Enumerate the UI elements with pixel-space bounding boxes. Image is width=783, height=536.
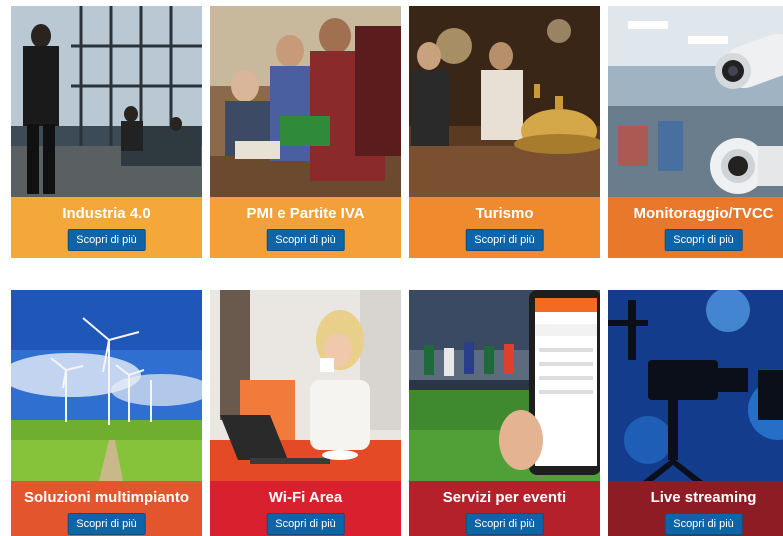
- card-image-turismo: [409, 6, 600, 197]
- card-pmi: PMI e Partite IVA Scopri di più: [210, 6, 401, 258]
- card-image-streaming: [608, 290, 783, 481]
- discover-button[interactable]: Scopri di più: [465, 513, 544, 535]
- card-wifi: Wi-Fi Area Scopri di più: [210, 290, 401, 536]
- card-image-wifi: [210, 290, 401, 481]
- card-title: Industria 4.0: [62, 205, 151, 222]
- card-band: Live streaming Scopri di più: [608, 481, 783, 536]
- card-title: Servizi per eventi: [442, 489, 567, 506]
- discover-button[interactable]: Scopri di più: [664, 229, 743, 251]
- card-band: Soluzioni multimpianto Scopri di più: [11, 481, 202, 536]
- card-band: Monitoraggio/TVCC Scopri di più: [608, 197, 783, 258]
- card-image-industria: [11, 6, 202, 197]
- card-title: Live streaming: [650, 489, 757, 506]
- card-multimpianto: Soluzioni multimpianto Scopri di più: [11, 290, 202, 536]
- card-eventi: Servizi per eventi Scopri di più: [409, 290, 600, 536]
- card-title: PMI e Partite IVA: [246, 205, 365, 222]
- discover-button[interactable]: Scopri di più: [664, 513, 743, 535]
- card-monitoraggio: Monitoraggio/TVCC Scopri di più: [608, 6, 783, 258]
- card-band: Wi-Fi Area Scopri di più: [210, 481, 401, 536]
- card-band: Servizi per eventi Scopri di più: [409, 481, 600, 536]
- discover-button[interactable]: Scopri di più: [266, 513, 345, 535]
- card-image-pmi: [210, 6, 401, 197]
- card-image-monitoraggio: [608, 6, 783, 197]
- card-image-multimpianto: [11, 290, 202, 481]
- card-title: Turismo: [475, 205, 534, 222]
- card-industria: Industria 4.0 Scopri di più: [11, 6, 202, 258]
- card-title: Monitoraggio/TVCC: [633, 205, 774, 222]
- discover-button[interactable]: Scopri di più: [67, 229, 146, 251]
- card-band: PMI e Partite IVA Scopri di più: [210, 197, 401, 258]
- discover-button[interactable]: Scopri di più: [465, 229, 544, 251]
- card-band: Turismo Scopri di più: [409, 197, 600, 258]
- card-band: Industria 4.0 Scopri di più: [11, 197, 202, 258]
- card-title: Soluzioni multimpianto: [24, 489, 189, 506]
- discover-button[interactable]: Scopri di più: [67, 513, 146, 535]
- card-image-eventi: [409, 290, 600, 481]
- card-title: Wi-Fi Area: [268, 489, 343, 506]
- card-turismo: Turismo Scopri di più: [409, 6, 600, 258]
- card-streaming: Live streaming Scopri di più: [608, 290, 783, 536]
- discover-button[interactable]: Scopri di più: [266, 229, 345, 251]
